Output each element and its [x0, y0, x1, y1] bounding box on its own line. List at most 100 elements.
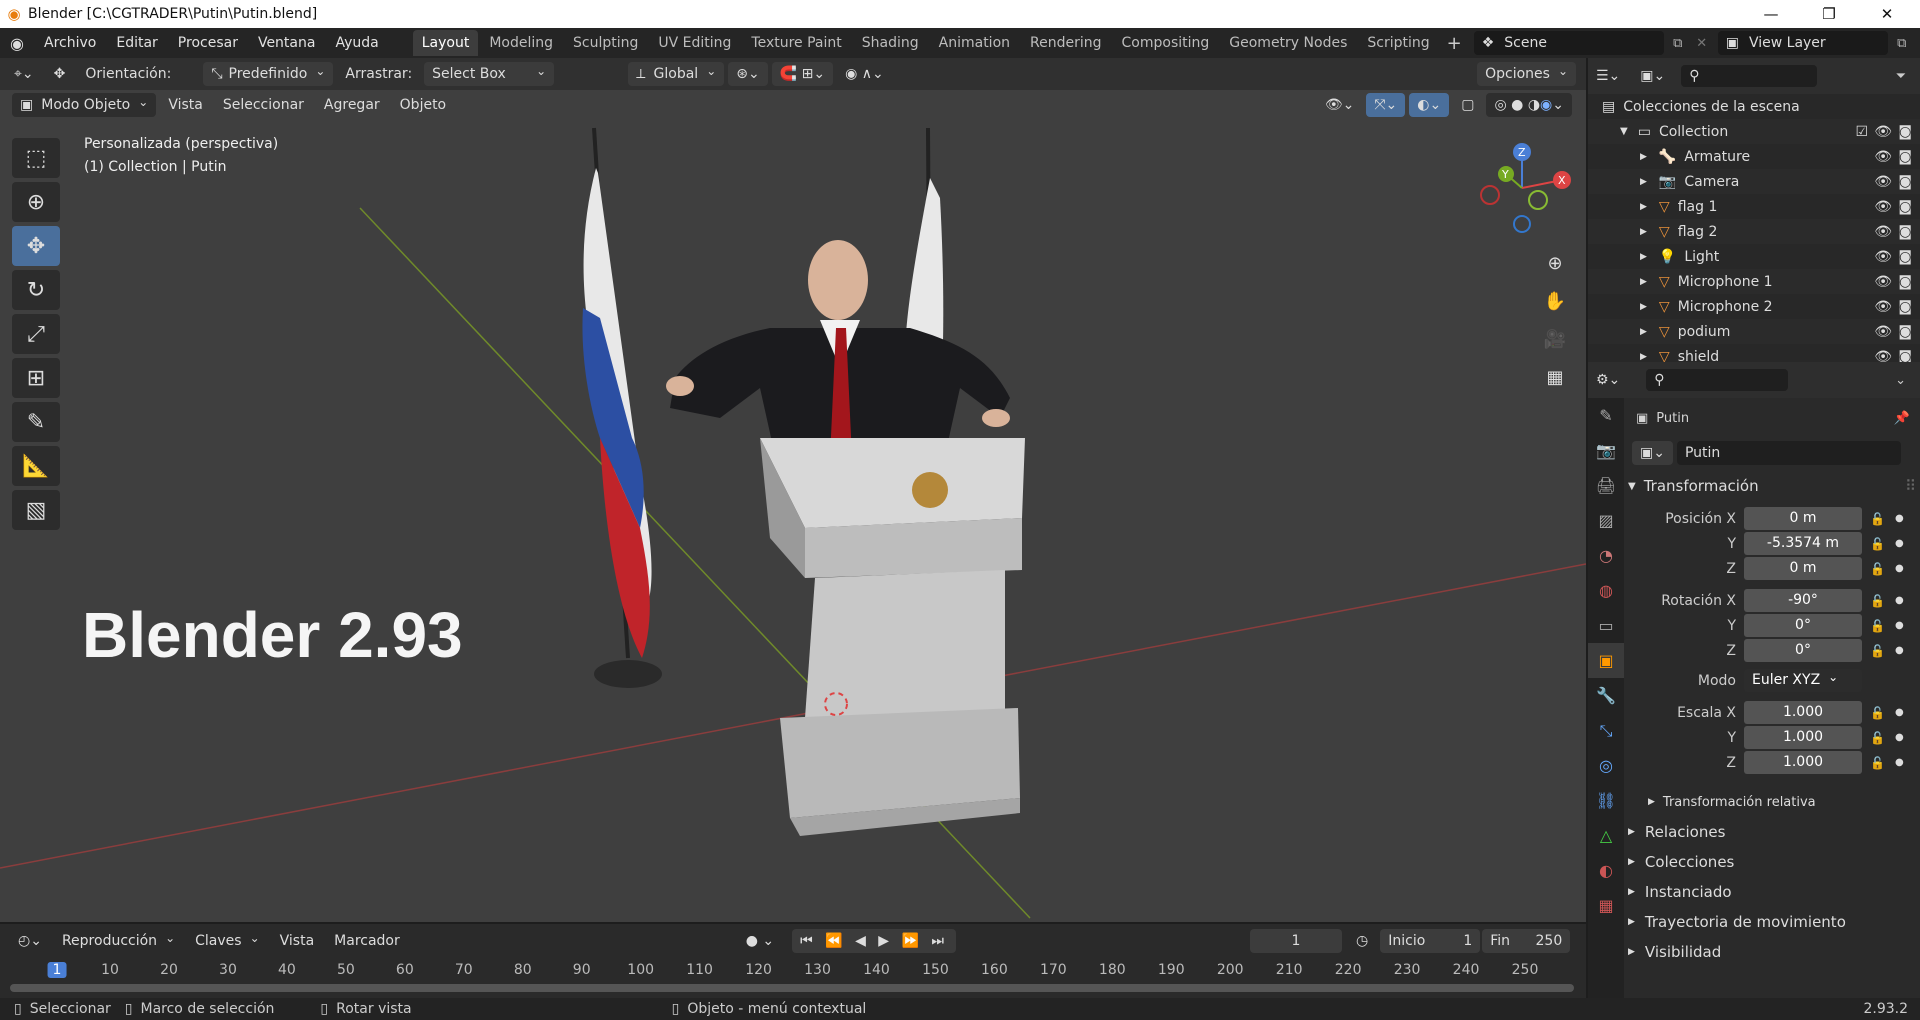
keyframe-dot-icon[interactable]: ● [1895, 563, 1904, 574]
position-y-field[interactable]: -5.3574 m [1744, 532, 1862, 555]
camera-restrict-icon[interactable]: ◙ [1898, 224, 1912, 240]
data-tab-icon[interactable]: △ [1588, 818, 1624, 853]
outliner-item[interactable]: ▶ 💡 Light 👁 ◙ [1588, 244, 1920, 269]
tab-sculpting[interactable]: Sculpting [564, 30, 647, 56]
menu-timeline-vista[interactable]: Vista [272, 929, 323, 953]
copy-scene-icon[interactable]: ⧉ [1664, 36, 1692, 51]
select-box-icon[interactable]: ⬚ [12, 138, 60, 178]
menu-archivo[interactable]: Archivo [34, 28, 106, 58]
position-z-field[interactable]: 0 m [1744, 557, 1862, 580]
scale-icon[interactable]: ⤢ [12, 314, 60, 354]
transform-panel-header[interactable]: ▼ Transformación ⠿ [1628, 472, 1916, 500]
tab-animation[interactable]: Animation [930, 30, 1019, 56]
view-layer-tab-icon[interactable]: ▨ [1588, 503, 1624, 538]
expand-icon[interactable]: ▶ [1640, 202, 1647, 212]
constraints-tab-icon[interactable]: ⛓ [1588, 783, 1624, 818]
outliner-item[interactable]: ▶ ▽ flag 2 👁 ◙ [1588, 219, 1920, 244]
ortho-grid-icon[interactable]: ▦ [1538, 360, 1572, 394]
eye-icon[interactable]: 👁 [1874, 324, 1892, 340]
navigation-gizmo[interactable]: Z X Y [1476, 140, 1586, 240]
properties-type-icon[interactable]: ⚙⌄ [1588, 368, 1628, 392]
modifier-tab-icon[interactable]: 🔧 [1588, 678, 1624, 713]
world-tab-icon[interactable]: ◍ [1588, 573, 1624, 608]
keyframe-dot-icon[interactable]: ● [1895, 707, 1904, 718]
properties-search-input[interactable]: ⚲ [1646, 369, 1789, 391]
start-frame-field[interactable]: Inicio 1 [1380, 929, 1481, 953]
expand-icon[interactable]: ▶ [1640, 252, 1647, 262]
rotation-x-field[interactable]: -90° [1744, 589, 1862, 612]
collection-tab-icon[interactable]: ▭ [1588, 608, 1624, 643]
eye-icon[interactable]: 👁 [1874, 124, 1892, 140]
blender-menu-icon[interactable]: ◉ [0, 34, 34, 53]
object-tab-icon[interactable]: ▣ [1588, 643, 1624, 678]
scale-z-field[interactable]: 1.000 [1744, 751, 1862, 774]
tool-tab-icon[interactable]: ✎ [1588, 398, 1624, 433]
tab-uv-editing[interactable]: UV Editing [649, 30, 740, 56]
panel-header[interactable]: ▶ Relaciones [1628, 818, 1916, 846]
tab-geometry-nodes[interactable]: Geometry Nodes [1220, 30, 1356, 56]
add-workspace-icon[interactable]: + [1441, 33, 1468, 54]
maximize-button[interactable]: ❐ [1800, 0, 1858, 28]
lock-icon[interactable]: 🔓 [1870, 537, 1885, 551]
filter-icon[interactable]: ⏷ [1896, 69, 1906, 84]
zoom-icon[interactable]: ⊕ [1538, 246, 1572, 280]
checkbox-icon[interactable]: ☑ [1855, 124, 1868, 140]
expand-icon[interactable]: ▶ [1640, 327, 1647, 337]
menu-reproduccion[interactable]: Reproducción [54, 929, 183, 953]
clock-icon[interactable]: ◷ [1348, 929, 1376, 953]
keyframe-dot-icon[interactable]: ● [1895, 645, 1904, 656]
expand-icon[interactable]: ▶ [1640, 152, 1647, 162]
outliner-item[interactable]: ▶ ▽ flag 1 👁 ◙ [1588, 194, 1920, 219]
timeline-scrollbar[interactable] [10, 984, 1574, 992]
object-name-field[interactable]: Putin [1676, 440, 1901, 465]
panel-header[interactable]: ▶ Trayectoria de movimiento [1628, 908, 1916, 936]
copy-view-layer-icon[interactable]: ⧉ [1888, 36, 1916, 51]
menu-procesar[interactable]: Procesar [168, 28, 248, 58]
relative-transform-subpanel[interactable]: ▶ Transformación relativa [1648, 788, 1920, 816]
tab-shading[interactable]: Shading [853, 30, 928, 56]
playback-controls[interactable]: ⏮ ⏪ ◀ ▶ ⏩ ⏭ [792, 929, 957, 953]
outliner-item[interactable]: ▶ 🦴 Armature 👁 ◙ [1588, 144, 1920, 169]
tab-layout[interactable]: Layout [412, 30, 479, 56]
scale-y-field[interactable]: 1.000 [1744, 726, 1862, 749]
scene-selector[interactable]: ❖ Scene [1473, 31, 1664, 55]
object-type-dropdown[interactable]: ▣⌄ [1632, 440, 1673, 465]
lock-icon[interactable]: 🔓 [1870, 594, 1885, 608]
lock-icon[interactable]: 🔓 [1870, 756, 1885, 770]
menu-ventana[interactable]: Ventana [248, 28, 326, 58]
close-button[interactable]: ✕ [1858, 0, 1916, 28]
camera-restrict-icon[interactable]: ◙ [1898, 124, 1912, 140]
camera-view-icon[interactable]: 🎥 [1538, 322, 1572, 356]
menu-ayuda[interactable]: Ayuda [325, 28, 388, 58]
keyframe-dot-icon[interactable]: ● [1895, 513, 1904, 524]
transform-icon[interactable]: ⊞ [12, 358, 60, 398]
outliner-item[interactable]: ▶ ▽ podium 👁 ◙ [1588, 319, 1920, 344]
tab-rendering[interactable]: Rendering [1021, 30, 1111, 56]
scene-tab-icon[interactable]: ◔ [1588, 538, 1624, 573]
annotate-icon[interactable]: ✎ [12, 402, 60, 442]
add-cube-icon[interactable]: ▧ [12, 490, 60, 530]
eye-icon[interactable]: 👁 [1874, 274, 1892, 290]
pan-hand-icon[interactable]: ✋ [1538, 284, 1572, 318]
tab-modeling[interactable]: Modeling [480, 30, 562, 56]
outliner-type-icon[interactable]: ☰⌄ [1588, 64, 1628, 88]
camera-restrict-icon[interactable]: ◙ [1898, 199, 1912, 215]
3d-viewport[interactable]: ⌖⌄ ✥ Orientación: ⤡Predefinido Arrastrar… [0, 58, 1586, 922]
view-layer-selector[interactable]: ▣ View Layer [1717, 31, 1888, 55]
collection-row[interactable]: ▼ ▭ Collection ☑ 👁 ◙ [1588, 119, 1920, 144]
lock-icon[interactable]: 🔓 [1870, 731, 1885, 745]
lock-icon[interactable]: 🔓 [1870, 562, 1885, 576]
panel-header[interactable]: ▶ Visibilidad [1628, 938, 1916, 966]
eye-icon[interactable]: 👁 [1874, 249, 1892, 265]
eye-icon[interactable]: 👁 [1874, 199, 1892, 215]
camera-restrict-icon[interactable]: ◙ [1898, 174, 1912, 190]
lock-icon[interactable]: 🔓 [1870, 644, 1885, 658]
eye-icon[interactable]: 👁 [1874, 149, 1892, 165]
minimize-button[interactable]: — [1742, 0, 1800, 28]
scale-x-field[interactable]: 1.000 [1744, 701, 1862, 724]
panel-header[interactable]: ▶ Colecciones [1628, 848, 1916, 876]
output-tab-icon[interactable]: 🖨 [1588, 468, 1624, 503]
render-tab-icon[interactable]: 📷 [1588, 433, 1624, 468]
tab-texture-paint[interactable]: Texture Paint [742, 30, 850, 56]
camera-restrict-icon[interactable]: ◙ [1898, 274, 1912, 290]
